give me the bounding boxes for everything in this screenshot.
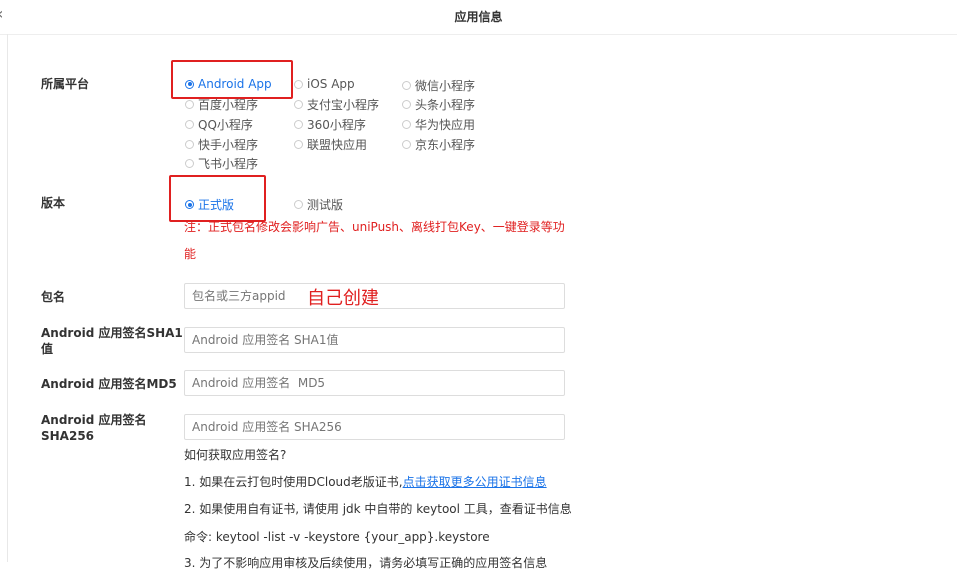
radio-dot [402, 81, 411, 90]
radio-alipay-mp[interactable]: 支付宝小程序 [294, 96, 379, 113]
public-cert-link[interactable]: 点击获取更多公用证书信息 [403, 475, 547, 489]
radio-dot [402, 100, 411, 109]
radio-test[interactable]: 测试版 [294, 196, 343, 213]
radio-toutiao-mp[interactable]: 头条小程序 [402, 96, 475, 113]
radio-wechat-mp[interactable]: 微信小程序 [402, 77, 475, 94]
radio-dot [294, 200, 303, 209]
radio-baidu-mp[interactable]: 百度小程序 [185, 96, 258, 113]
radio-dot [402, 140, 411, 149]
radio-dot [402, 120, 411, 129]
top-bar: ‹ 应用信息 [0, 0, 957, 35]
radio-dot [294, 120, 303, 129]
radio-dot [185, 120, 194, 129]
sha1-label: Android 应用签名SHA1 值 [41, 326, 183, 356]
radio-360-mp[interactable]: 360小程序 [294, 116, 366, 133]
help-line-4: 3. 为了不影响应用审核及后续使用，请务必填写正确的应用签名信息 [184, 556, 548, 570]
radio-ios-app[interactable]: iOS App [294, 77, 355, 91]
radio-dot [294, 140, 303, 149]
platform-label: 所属平台 [41, 77, 90, 91]
radio-dot [185, 159, 194, 168]
radio-kuaishou-mp[interactable]: 快手小程序 [185, 136, 258, 153]
radio-release[interactable]: 正式版 [185, 196, 234, 213]
radio-huawei-quickapp[interactable]: 华为快应用 [402, 116, 475, 133]
radio-alliance-quickapp[interactable]: 联盟快应用 [294, 136, 367, 153]
radio-jd-mp[interactable]: 京东小程序 [402, 136, 475, 153]
page-title: 应用信息 [454, 10, 503, 24]
sha256-label: Android 应用签名 SHA256 [41, 413, 147, 443]
version-label: 版本 [41, 196, 66, 210]
package-label: 包名 [41, 290, 66, 304]
help-title: 如何获取应用签名? [184, 448, 287, 462]
radio-dot [185, 79, 194, 89]
divider [7, 34, 8, 562]
radio-dot [294, 100, 303, 109]
radio-dot [294, 79, 303, 89]
annotation-self-create: 自己创建 [307, 288, 379, 309]
sha1-input[interactable] [184, 327, 565, 353]
help-line-1: 1. 如果在云打包时使用DCloud老版证书,点击获取更多公用证书信息 [184, 475, 547, 489]
help-line-2: 2. 如果使用自有证书, 请使用 jdk 中自带的 keytool 工具，查看证… [184, 502, 572, 516]
version-note: 注：正式包名修改会影响广告、uniPush、离线打包Key、一键登录等功 能 [184, 220, 565, 261]
radio-android-app[interactable]: Android App [185, 77, 272, 91]
radio-qq-mp[interactable]: QQ小程序 [185, 116, 253, 133]
radio-dot [185, 200, 194, 209]
radio-dot [185, 140, 194, 149]
help-line-3: 命令: keytool -list -v -keystore {your_app… [184, 530, 490, 544]
radio-dot [185, 100, 194, 109]
sha256-input[interactable] [184, 414, 565, 440]
radio-feishu-mp[interactable]: 飞书小程序 [185, 155, 258, 172]
md5-input[interactable] [184, 370, 565, 396]
md5-label: Android 应用签名MD5 [41, 377, 177, 391]
